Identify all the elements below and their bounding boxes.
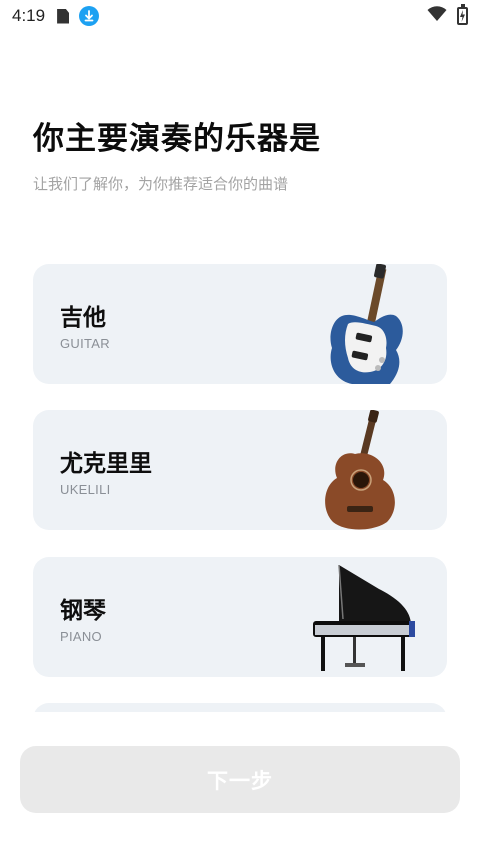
instrument-en-name: UKELILI <box>60 482 111 497</box>
status-time: 4:19 <box>12 6 46 25</box>
instrument-card-ukulele[interactable]: 尤克里里 UKELILI <box>33 410 447 530</box>
wifi-icon <box>427 6 447 26</box>
instrument-card-guitar[interactable]: 吉他 GUITAR <box>33 264 447 384</box>
instrument-card-piano[interactable]: 钢琴 PIANO <box>33 557 447 677</box>
status-bar: 4:19 <box>0 0 480 32</box>
page-title: 你主要演奏的乐器是 <box>33 121 321 157</box>
piano-image <box>313 564 415 671</box>
instrument-en-name: GUITAR <box>60 336 110 351</box>
ukulele-image <box>325 410 395 530</box>
instrument-name: 钢琴 <box>60 598 106 624</box>
guitar-image <box>330 264 403 384</box>
next-button[interactable]: 下一步 <box>20 746 460 813</box>
instrument-name: 尤克里里 <box>60 451 152 477</box>
page-subtitle: 让我们了解你，为你推荐适合你的曲谱 <box>33 175 289 193</box>
download-icon <box>79 6 100 26</box>
instrument-name: 吉他 <box>60 305 106 331</box>
battery-charging-icon <box>457 4 468 25</box>
sim-icon <box>57 8 70 24</box>
instrument-en-name: PIANO <box>60 629 102 644</box>
